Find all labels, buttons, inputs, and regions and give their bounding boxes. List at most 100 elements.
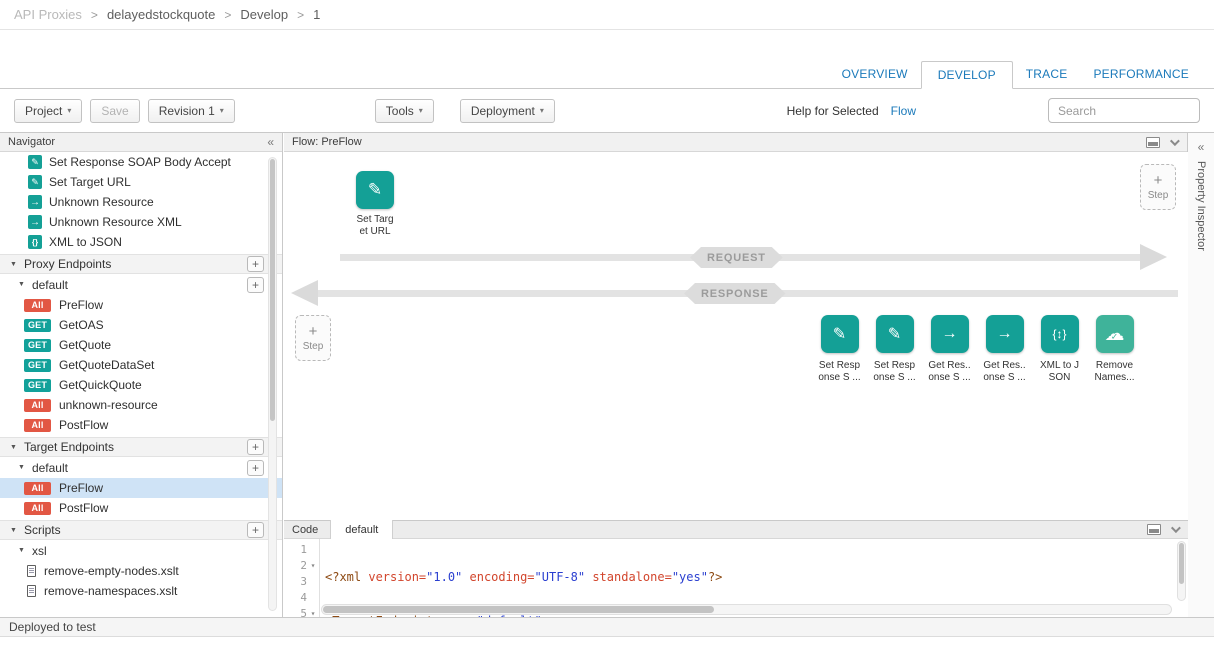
- section-proxy-endpoints[interactable]: ▼ Proxy Endpoints +: [0, 254, 282, 274]
- step-set-target-url[interactable]: ✎: [356, 171, 394, 209]
- step-set-response-soap-1: ✎ Set Response S ...: [812, 315, 867, 384]
- breadcrumb-api-proxies[interactable]: API Proxies: [14, 7, 82, 22]
- step-button-label: Step: [303, 341, 324, 352]
- target-flow-postflow[interactable]: All PostFlow: [0, 498, 282, 518]
- toggle-code-panel-icon[interactable]: [1146, 137, 1160, 148]
- target-endpoint-default-group[interactable]: ▼ default +: [0, 457, 282, 478]
- fold-toggle-icon[interactable]: ▾: [307, 561, 319, 570]
- response-arrow-icon: [291, 280, 318, 306]
- step-icon[interactable]: ✎: [876, 315, 914, 353]
- expand-property-inspector-icon[interactable]: «: [1195, 140, 1207, 154]
- policy-item-xml-to-json[interactable]: {} XML to JSON: [0, 232, 282, 252]
- step-xml-to-json: {↕} XML to JSON: [1032, 315, 1087, 384]
- breadcrumb-separator: >: [224, 8, 231, 22]
- add-target-endpoint-button[interactable]: +: [247, 439, 264, 455]
- scrollbar-thumb[interactable]: [1179, 543, 1184, 584]
- policy-label: Set Target URL: [49, 175, 131, 189]
- method-badge-all: All: [24, 482, 51, 495]
- breadcrumb-revision[interactable]: 1: [313, 7, 320, 22]
- add-conditional-flow-button[interactable]: +: [247, 277, 264, 293]
- project-menu-button[interactable]: Project ▾: [14, 99, 82, 123]
- add-proxy-endpoint-button[interactable]: +: [247, 256, 264, 272]
- main-workspace: Navigator « ✎ Set Response SOAP Body Acc…: [0, 133, 1214, 617]
- revision-menu-button[interactable]: Revision 1 ▾: [148, 99, 235, 123]
- group-label: xsl: [32, 544, 47, 558]
- triangle-down-icon: ▼: [10, 527, 17, 534]
- scrollbar-thumb[interactable]: [270, 159, 275, 421]
- step-icon[interactable]: ✎: [821, 315, 859, 353]
- deployment-status: Deployed to test: [9, 620, 96, 634]
- flow-header-actions: [1146, 137, 1179, 148]
- flow-label: PostFlow: [59, 501, 108, 515]
- breadcrumb-proxy-name[interactable]: delayedstockquote: [107, 7, 215, 22]
- project-menu-label: Project: [25, 104, 62, 118]
- proxy-flow-getquote[interactable]: GET GetQuote: [0, 335, 282, 355]
- target-flow-preflow-selected[interactable]: All PreFlow: [0, 478, 282, 498]
- add-conditional-flow-button[interactable]: +: [247, 460, 264, 476]
- fold-toggle-icon[interactable]: ▾: [307, 609, 319, 618]
- tools-menu-button[interactable]: Tools ▾: [375, 99, 434, 123]
- flow-label: PreFlow: [59, 481, 103, 495]
- navigator-header: Navigator «: [0, 133, 282, 152]
- property-inspector-strip[interactable]: « Property Inspector: [1188, 133, 1214, 617]
- collapse-navigator-icon[interactable]: «: [267, 135, 274, 149]
- line-number: 4: [284, 591, 307, 604]
- method-badge-all: All: [24, 502, 51, 515]
- step-get-response-soap-2: → Get Res..onse S ...: [977, 315, 1032, 384]
- gutter-row: 4: [284, 589, 319, 605]
- policy-item-unknown-resource[interactable]: → Unknown Resource: [0, 192, 282, 212]
- scripts-xsl-group[interactable]: ▼ xsl: [0, 540, 282, 561]
- policy-pencil-icon: ✎: [28, 155, 42, 169]
- search-input[interactable]: [1048, 98, 1200, 123]
- triangle-down-icon: ▼: [18, 281, 25, 288]
- help-flow-link[interactable]: Flow: [891, 104, 916, 118]
- proxy-endpoint-default-group[interactable]: ▼ default +: [0, 274, 282, 295]
- policy-item-set-target-url[interactable]: ✎ Set Target URL: [0, 172, 282, 192]
- policy-item-unknown-resource-xml[interactable]: → Unknown Resource XML: [0, 212, 282, 232]
- tab-develop[interactable]: DEVELOP: [921, 61, 1013, 89]
- scrollbar-thumb[interactable]: [323, 606, 714, 613]
- proxy-flow-preflow[interactable]: All PreFlow: [0, 295, 282, 315]
- line-number: 5: [284, 607, 307, 618]
- chevron-down-icon[interactable]: [1171, 523, 1181, 533]
- proxy-flow-postflow[interactable]: All PostFlow: [0, 415, 282, 435]
- proxy-flow-getquotedataset[interactable]: GET GetQuoteDataSet: [0, 355, 282, 375]
- add-request-step-button[interactable]: + Step: [1140, 164, 1176, 210]
- section-scripts[interactable]: ▼ Scripts +: [0, 520, 282, 540]
- code-panel: Code default 1 2: [284, 520, 1188, 617]
- vertical-scrollbar[interactable]: [1177, 541, 1186, 601]
- step-icon[interactable]: →: [931, 315, 969, 353]
- method-badge-all: All: [24, 299, 51, 312]
- code-editor[interactable]: 1 2 ▾ 3 4: [284, 539, 1188, 617]
- breadcrumb-develop[interactable]: Develop: [240, 7, 288, 22]
- section-target-endpoints[interactable]: ▼ Target Endpoints +: [0, 437, 282, 457]
- breadcrumb: API Proxies > delayedstockquote > Develo…: [0, 0, 1214, 30]
- step-icon[interactable]: ☁ ✓: [1096, 315, 1134, 353]
- proxy-flow-unknown-resource[interactable]: All unknown-resource: [0, 395, 282, 415]
- flow-label: GetQuote: [59, 338, 111, 352]
- horizontal-scrollbar[interactable]: [321, 604, 1172, 615]
- code-tab-default[interactable]: default: [330, 520, 393, 539]
- toggle-code-panel-icon[interactable]: [1147, 524, 1161, 535]
- save-button[interactable]: Save: [90, 99, 139, 123]
- add-script-button[interactable]: +: [247, 522, 264, 538]
- proxy-flow-getoas[interactable]: GET GetOAS: [0, 315, 282, 335]
- flow-label: PostFlow: [59, 418, 108, 432]
- gutter-row: 3: [284, 573, 319, 589]
- tab-trace[interactable]: TRACE: [1013, 61, 1081, 88]
- caret-down-icon: ▾: [540, 107, 544, 115]
- script-file-remove-empty-nodes[interactable]: remove-empty-nodes.xslt: [0, 561, 282, 581]
- chevron-down-icon[interactable]: [1170, 136, 1180, 146]
- proxy-flow-getquickquote[interactable]: GET GetQuickQuote: [0, 375, 282, 395]
- tab-overview[interactable]: OVERVIEW: [829, 61, 921, 88]
- deployment-menu-button[interactable]: Deployment ▾: [460, 99, 555, 123]
- add-response-step-button[interactable]: + Step: [295, 315, 331, 361]
- navigator-scrollbar[interactable]: [268, 157, 277, 611]
- caret-down-icon: ▾: [67, 107, 71, 115]
- step-icon[interactable]: {↕}: [1041, 315, 1079, 353]
- tab-performance[interactable]: PERFORMANCE: [1080, 61, 1202, 88]
- step-icon[interactable]: →: [986, 315, 1024, 353]
- policy-item-set-response-soap-body-accept[interactable]: ✎ Set Response SOAP Body Accept: [0, 152, 282, 172]
- script-file-remove-namespaces[interactable]: remove-namespaces.xslt: [0, 581, 282, 601]
- view-tabs: OVERVIEW DEVELOP TRACE PERFORMANCE: [0, 61, 1214, 89]
